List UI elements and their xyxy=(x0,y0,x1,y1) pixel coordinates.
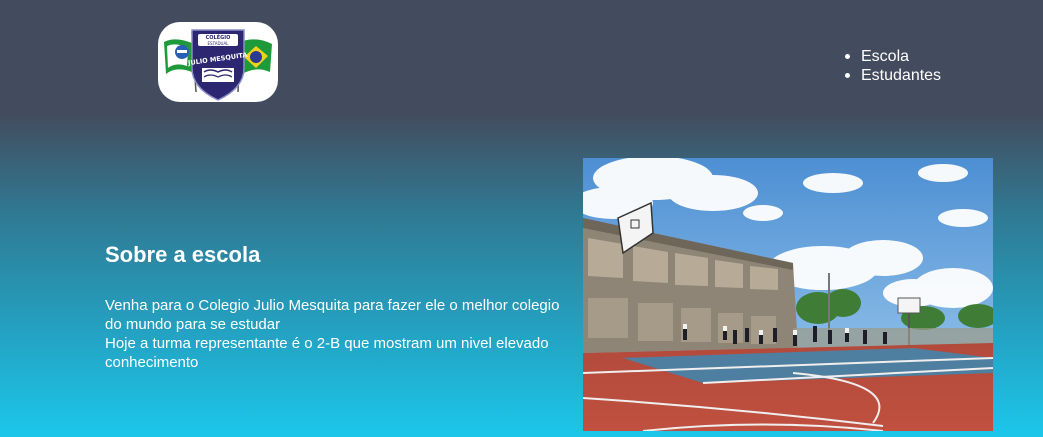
about-title: Sobre a escola xyxy=(105,242,261,267)
nav-link-escola[interactable]: Escola xyxy=(861,48,909,65)
main-nav: Escola Estudantes xyxy=(845,47,941,85)
nav-link-estudantes[interactable]: Estudantes xyxy=(861,67,941,84)
school-logo-emblem: COLÉGIO ESTADUAL JULIO MESQUITA xyxy=(164,29,272,101)
nav-item-estudantes[interactable]: Estudantes xyxy=(845,66,941,85)
about-paragraph-2: Hoje a turma representante é o 2-B que m… xyxy=(105,335,549,371)
court-photo xyxy=(583,158,993,431)
about-section: Sobre a escola Venha para o Colegio Juli… xyxy=(105,240,575,372)
logo-sub-text: ESTADUAL xyxy=(208,41,230,46)
nav-item-escola[interactable]: Escola xyxy=(845,47,941,66)
about-paragraph-1: Venha para o Colegio Julio Mesquita para… xyxy=(105,297,560,333)
logo-top-text: COLÉGIO xyxy=(206,33,231,41)
court-photo-image xyxy=(583,158,993,431)
school-logo[interactable]: COLÉGIO ESTADUAL JULIO MESQUITA xyxy=(158,22,278,102)
